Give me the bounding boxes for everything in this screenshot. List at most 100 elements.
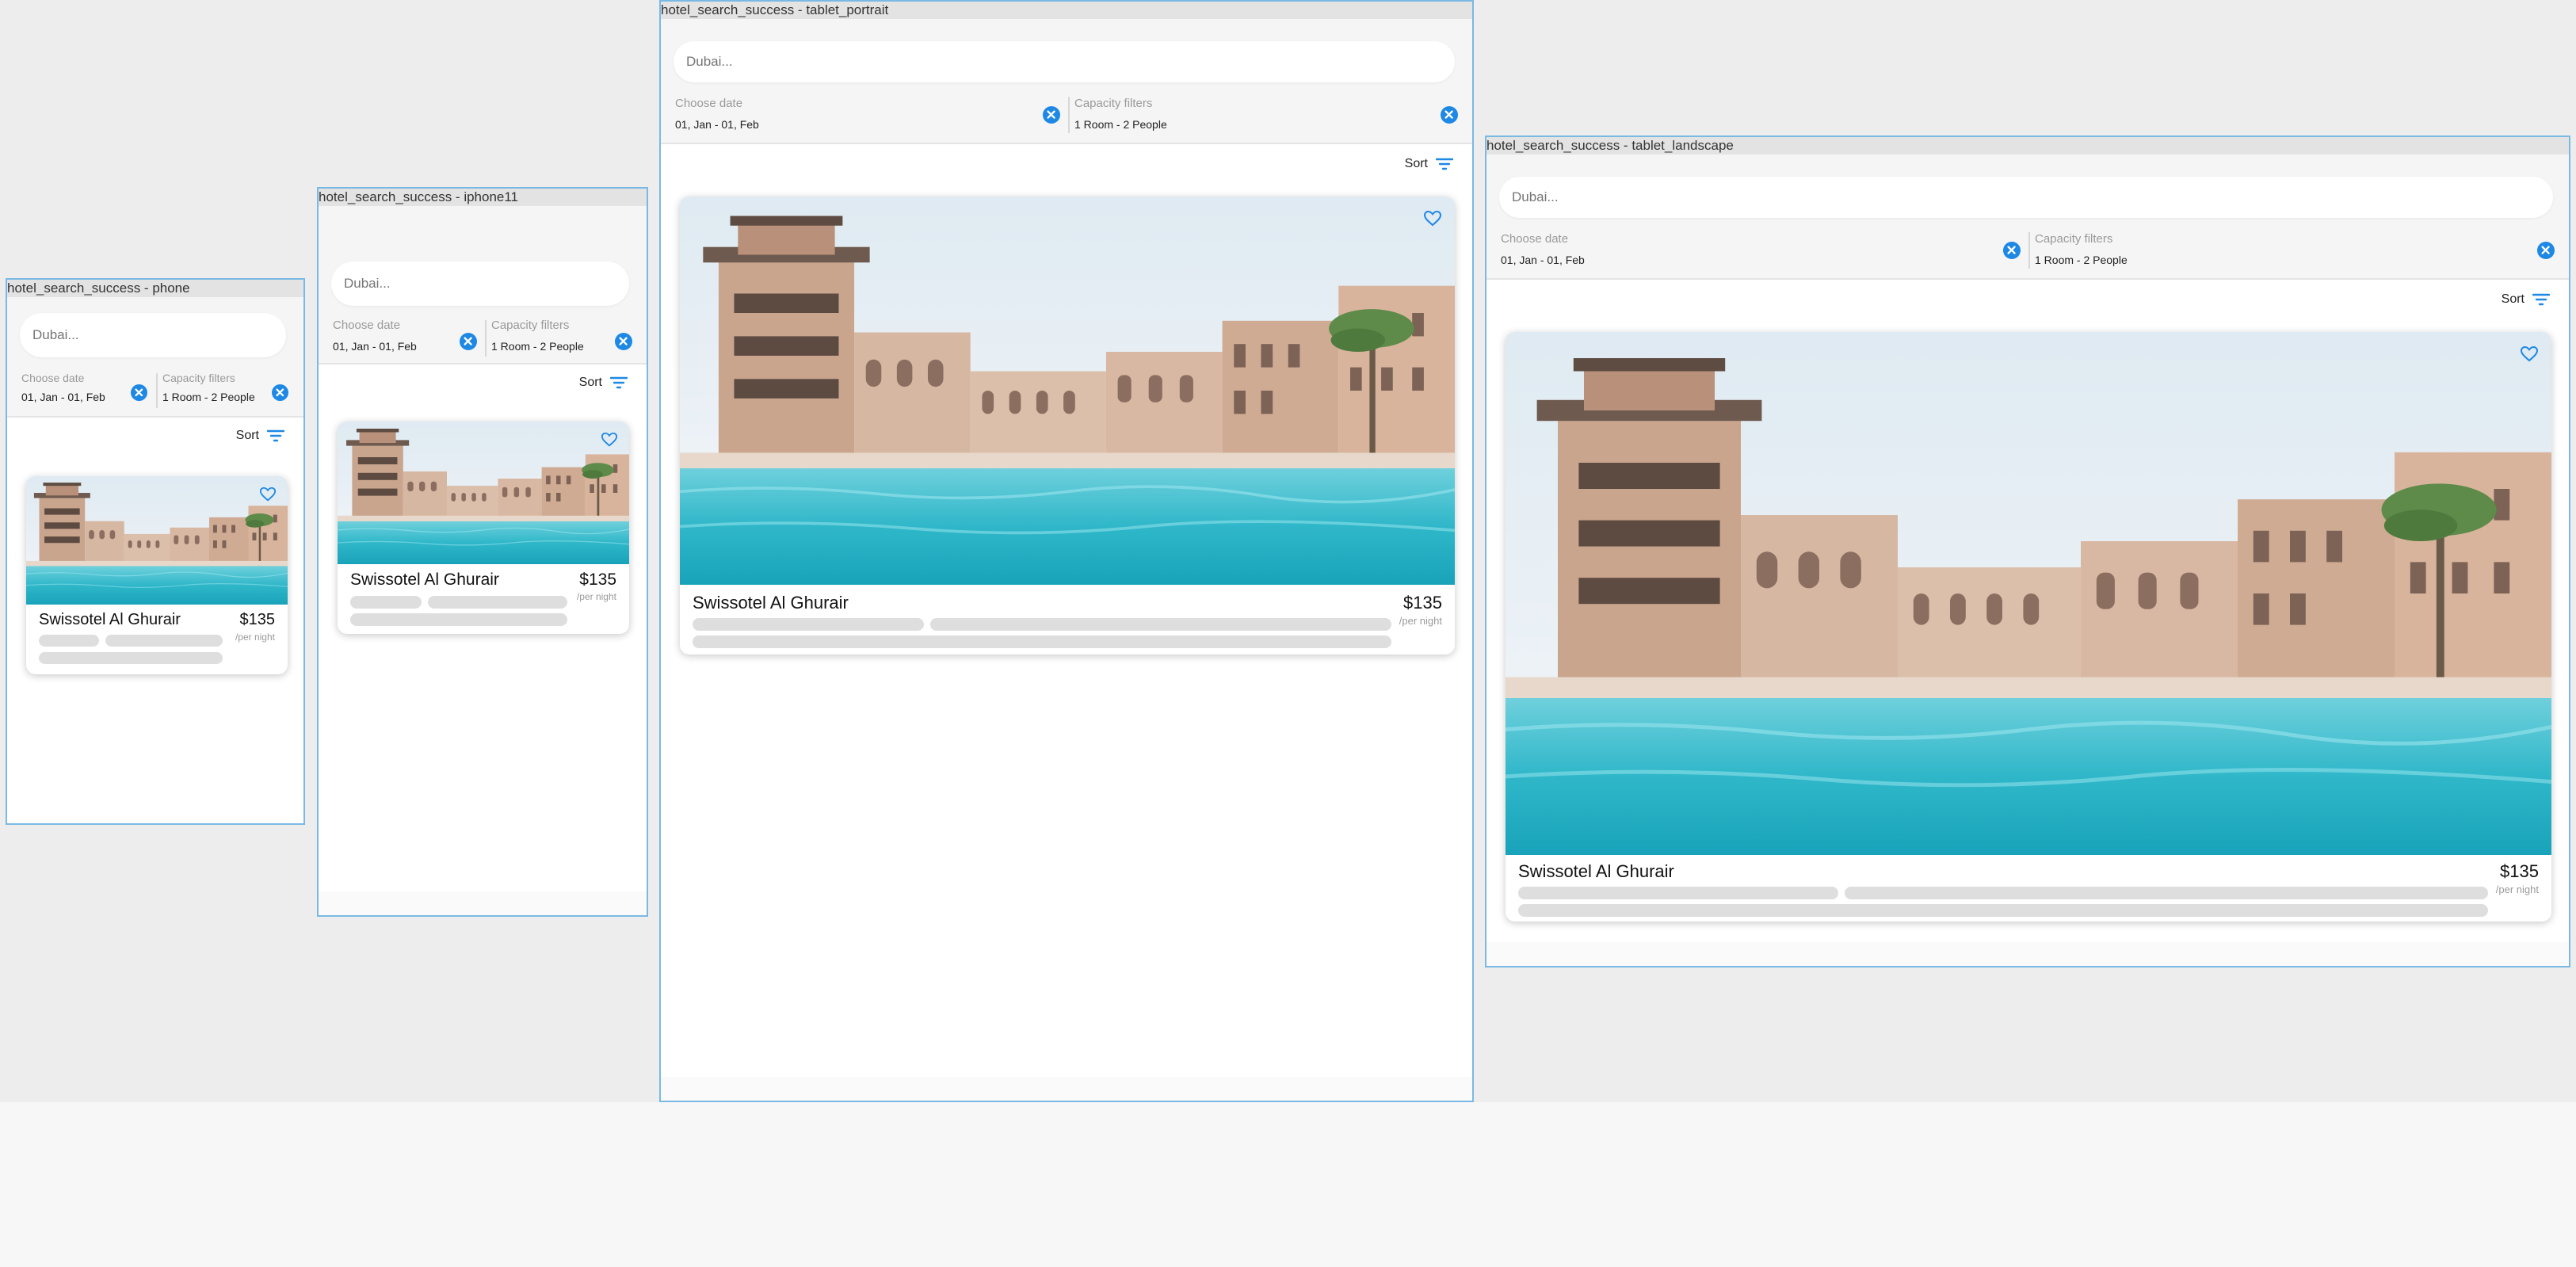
canvas-bottom-area [0, 1102, 2576, 1267]
placeholder-line [39, 652, 223, 664]
search-input[interactable] [331, 261, 629, 306]
placeholder-line [1518, 887, 1838, 899]
clear-date-icon[interactable] [1043, 106, 1060, 124]
capacity-filter[interactable]: Capacity filters 1 Room - 2 People [162, 372, 273, 403]
hotel-image [338, 422, 629, 564]
capacity-filter-value: 1 Room - 2 People [162, 391, 255, 403]
date-filter-label: Choose date [675, 97, 743, 110]
frame-label: hotel_search_success - tablet_landscape [1486, 137, 2569, 155]
date-filter-value: 01, Jan - 01, Feb [675, 118, 759, 131]
frame-content: Choose date 01, Jan - 01, Feb Capacity f… [661, 19, 1472, 1077]
placeholder-line [1518, 904, 2488, 917]
favorite-heart-icon[interactable] [2520, 345, 2539, 364]
capacity-filter-label: Capacity filters [1074, 97, 1153, 110]
hotel-name: Swissotel Al Ghurair [350, 571, 499, 589]
search-header: Choose date 01, Jan - 01, Feb Capacity f… [319, 206, 647, 364]
hotel-image [1506, 332, 2551, 855]
capacity-filter[interactable]: Capacity filters 1 Room - 2 People [1074, 97, 1312, 131]
clear-date-icon[interactable] [2003, 242, 2021, 259]
phone-frame: hotel_search_success - phone Choose date… [6, 278, 305, 825]
capacity-filter-value: 1 Room - 2 People [2035, 254, 2128, 266]
capacity-filter-value: 1 Room - 2 People [1074, 118, 1167, 131]
date-filter-value: 01, Jan - 01, Feb [21, 391, 105, 403]
placeholder-line [350, 596, 422, 609]
placeholder-line [39, 635, 99, 647]
hotel-price: $135 [2500, 861, 2539, 881]
hotel-image [26, 476, 288, 605]
sort-icon [1436, 158, 1453, 170]
clear-capacity-icon[interactable] [615, 333, 632, 350]
hotel-name: Swissotel Al Ghurair [693, 593, 849, 613]
sort-button[interactable]: Sort [1405, 157, 1453, 171]
capacity-filter[interactable]: Capacity filters 1 Room - 2 People [491, 319, 618, 353]
frame-label: hotel_search_success - tablet_portrait [661, 2, 1472, 19]
clear-date-icon[interactable] [131, 384, 147, 401]
hotel-card[interactable]: Swissotel Al Ghurair $135 /per night [338, 422, 629, 634]
placeholder-line [693, 635, 1391, 648]
sort-label: Sort [2501, 292, 2524, 306]
date-filter-value: 01, Jan - 01, Feb [1501, 254, 1585, 266]
capacity-filter-label: Capacity filters [162, 372, 235, 384]
clear-capacity-icon[interactable] [272, 384, 288, 401]
search-input[interactable] [20, 313, 286, 357]
hotel-card[interactable]: Swissotel Al Ghurair $135 /per night [1506, 332, 2551, 922]
favorite-heart-icon[interactable] [1423, 209, 1442, 228]
capacity-filter-value: 1 Room - 2 People [491, 340, 584, 353]
placeholder-line [350, 613, 567, 626]
date-filter[interactable]: Choose date 01, Jan - 01, Feb [1501, 232, 1738, 266]
filter-divider [1068, 97, 1070, 133]
frame-content: Choose date 01, Jan - 01, Feb Capacity f… [319, 206, 647, 891]
search-header: Choose date 01, Jan - 01, Feb Capacity f… [661, 19, 1472, 144]
per-night-label: /per night [235, 632, 275, 643]
search-input[interactable] [674, 41, 1455, 82]
hotel-image [680, 197, 1455, 585]
date-filter-label: Choose date [333, 319, 401, 332]
sort-icon [2532, 293, 2550, 306]
frame-label: hotel_search_success - iphone11 [319, 189, 647, 206]
placeholder-line [1845, 887, 2488, 899]
sort-icon [267, 429, 284, 442]
frame-label: hotel_search_success - phone [7, 280, 303, 297]
date-filter[interactable]: Choose date 01, Jan - 01, Feb [333, 319, 460, 353]
search-input[interactable] [1499, 177, 2553, 218]
filter-divider [485, 320, 487, 357]
hotel-card[interactable]: Swissotel Al Ghurair $135 /per night [26, 476, 288, 674]
tablet-landscape-frame: hotel_search_success - tablet_landscape … [1485, 135, 2570, 967]
date-filter[interactable]: Choose date 01, Jan - 01, Feb [675, 97, 913, 131]
tablet-portrait-frame: hotel_search_success - tablet_portrait C… [659, 0, 1474, 1102]
sort-button[interactable]: Sort [2502, 292, 2550, 307]
capacity-filter-label: Capacity filters [491, 319, 570, 332]
iphone11-frame: hotel_search_success - iphone11 Choose d… [317, 187, 648, 917]
per-night-label: /per night [576, 591, 616, 602]
search-header: Choose date 01, Jan - 01, Feb Capacity f… [1486, 155, 2569, 280]
hotel-price: $135 [1403, 593, 1442, 613]
sort-label: Sort [235, 429, 259, 442]
clear-capacity-icon[interactable] [2537, 242, 2555, 259]
placeholder-line [930, 618, 1391, 631]
sort-button[interactable]: Sort [579, 376, 628, 390]
sort-button[interactable]: Sort [236, 429, 284, 443]
hotel-price: $135 [239, 611, 276, 628]
date-filter[interactable]: Choose date 01, Jan - 01, Feb [21, 372, 132, 403]
favorite-heart-icon[interactable] [259, 486, 277, 503]
date-filter-value: 01, Jan - 01, Feb [333, 340, 417, 353]
placeholder-line [693, 618, 924, 631]
filter-divider [156, 373, 158, 408]
hotel-name: Swissotel Al Ghurair [39, 611, 181, 628]
per-night-label: /per night [1399, 615, 1442, 627]
favorite-heart-icon[interactable] [601, 431, 618, 448]
placeholder-line [105, 635, 223, 647]
per-night-label: /per night [2495, 883, 2539, 895]
sort-label: Sort [1404, 157, 1428, 170]
capacity-filter[interactable]: Capacity filters 1 Room - 2 People [2035, 232, 2273, 266]
clear-capacity-icon[interactable] [1441, 106, 1458, 124]
hotel-price: $135 [579, 571, 616, 589]
capacity-filter-label: Capacity filters [2035, 232, 2113, 246]
search-header: Choose date 01, Jan - 01, Feb Capacity f… [7, 297, 303, 418]
sort-icon [610, 376, 628, 389]
hotel-card[interactable]: Swissotel Al Ghurair $135 /per night [680, 197, 1455, 654]
frame-content: Choose date 01, Jan - 01, Feb Capacity f… [7, 297, 303, 823]
clear-date-icon[interactable] [460, 333, 477, 350]
frame-content: Choose date 01, Jan - 01, Feb Capacity f… [1486, 155, 2569, 942]
sort-label: Sort [578, 376, 602, 389]
